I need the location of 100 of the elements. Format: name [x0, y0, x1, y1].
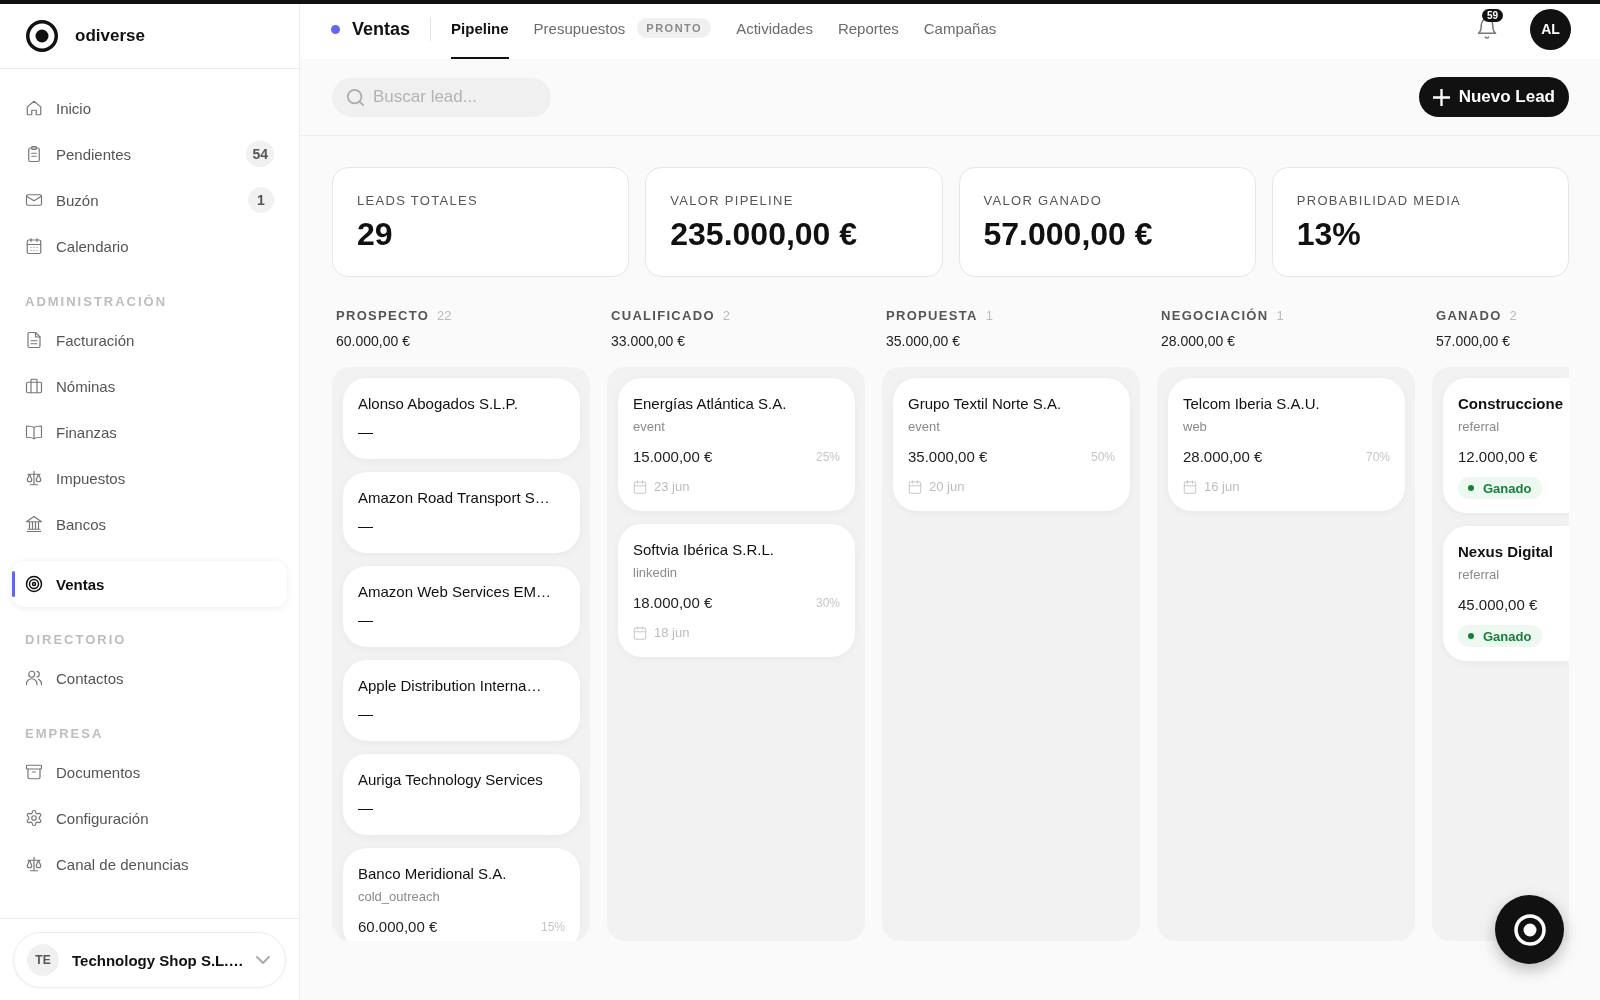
lead-card[interactable]: Auriga Technology Services — — [343, 754, 580, 835]
nav-item[interactable]: Impuestos — [12, 455, 287, 501]
nav-item[interactable]: Documentos — [12, 749, 287, 795]
nav-item[interactable]: Nóminas — [12, 363, 287, 409]
calendar-icon — [633, 480, 647, 494]
section-heading: EMPRESA — [25, 725, 104, 743]
lead-name: Banco Meridional S.A. — [358, 864, 507, 884]
lead-amount: 15.000,00 € — [633, 447, 713, 467]
brand-name: odiverse — [75, 26, 145, 46]
lead-amount: 45.000,00 € — [1458, 595, 1538, 615]
lead-probability: 30% — [815, 595, 840, 612]
lead-name: Amazon Web Services EM… — [358, 582, 552, 602]
lead-empty-value: — — [358, 704, 373, 724]
lead-card[interactable]: Softvia Ibérica S.R.L. linkedin 18.000,00 € 30% 18 jun — [618, 524, 855, 657]
archive-icon — [25, 763, 43, 781]
lead-source: event — [908, 418, 940, 436]
nav-item[interactable]: Buzón 1 — [12, 177, 287, 223]
lead-name: Telcom Iberia S.A.U. — [1183, 394, 1320, 414]
section-heading: ADMINISTRACIÓN — [25, 293, 168, 311]
column-count: 22 — [437, 307, 452, 325]
stat-value: 29 — [357, 215, 393, 253]
tab[interactable]: Campañas — [923, 4, 997, 59]
lead-card[interactable]: Energías Atlántica S.A. event 15.000,00 € 25% 23 jun — [618, 378, 855, 511]
briefcase-icon — [25, 377, 43, 395]
column-total: 28.000,00 € — [1161, 332, 1235, 350]
new-lead-button[interactable]: Nuevo Lead — [1418, 77, 1569, 117]
column-title: GANADO — [1436, 307, 1502, 325]
lead-amount: 28.000,00 € — [1183, 447, 1263, 467]
search-field[interactable]: Buscar lead... — [332, 77, 551, 117]
bank-icon — [25, 515, 43, 533]
status-dot-icon — [1468, 485, 1474, 491]
lead-amount: 35.000,00 € — [908, 447, 988, 467]
lead-card[interactable]: Grupo Textil Norte S.A. event 35.000,00 € 50% 20 jun — [893, 378, 1130, 511]
lead-name: Apple Distribution Interna… — [358, 676, 542, 696]
count-badge: 1 — [248, 187, 274, 213]
lead-name: Amazon Road Transport S… — [358, 488, 550, 508]
logo-icon — [26, 20, 58, 52]
company-avatar: TE — [27, 944, 59, 976]
column-title: PROSPECTO — [336, 307, 430, 325]
lead-source: cold_outreach — [358, 888, 440, 906]
nav-item[interactable]: Canal de denuncias — [12, 841, 287, 887]
lead-date: 23 jun — [654, 478, 690, 496]
column-count: 2 — [722, 307, 731, 325]
nav-item[interactable]: Bancos — [12, 501, 287, 547]
nav-item[interactable]: Finanzas — [12, 409, 287, 455]
search-icon — [347, 88, 364, 106]
lead-source: linkedin — [633, 564, 678, 582]
lead-name: Construccione — [1458, 394, 1563, 414]
people-icon — [25, 669, 43, 687]
nav-item[interactable]: Pendientes 54 — [12, 131, 287, 177]
lead-empty-value: — — [358, 798, 373, 818]
chevron-down-icon — [256, 953, 271, 967]
lead-card[interactable]: Telcom Iberia S.A.U. web 28.000,00 € 70% 16 jun — [1168, 378, 1405, 511]
lead-empty-value: — — [358, 422, 373, 442]
clipboard-icon — [25, 145, 43, 163]
target-icon — [25, 575, 43, 593]
nav-item[interactable]: Contactos — [12, 655, 287, 701]
calendar-icon — [908, 480, 922, 494]
section-heading: DIRECTORIO — [25, 631, 127, 649]
lead-card[interactable]: Alonso Abogados S.L.P. — — [343, 378, 580, 459]
column-total: 60.000,00 € — [336, 332, 410, 350]
tab[interactable]: Pipeline — [451, 4, 509, 59]
nav-item[interactable]: Calendario — [12, 223, 287, 269]
lead-card[interactable]: Nexus Digital referral 45.000,00 € Ganado — [1443, 526, 1569, 661]
user-avatar[interactable]: AL — [1530, 8, 1571, 50]
scale-icon — [25, 469, 43, 487]
lead-card[interactable]: Amazon Road Transport S… — — [343, 472, 580, 553]
status-label: Ganado — [1483, 628, 1532, 644]
notification-count: 59 — [1482, 9, 1504, 22]
lead-card[interactable]: Apple Distribution Interna… — — [343, 660, 580, 741]
bell-icon — [1477, 19, 1497, 39]
lead-probability: 15% — [540, 919, 565, 936]
lead-card[interactable]: Banco Meridional S.A. cold_outreach 60.000,00 € 15% — [343, 848, 580, 941]
home-icon — [25, 99, 43, 117]
lead-card[interactable]: Construccione referral 12.000,00 € Ganado — [1443, 378, 1569, 513]
column-total: 33.000,00 € — [611, 332, 685, 350]
lead-name: Auriga Technology Services — [358, 770, 543, 790]
company-selector[interactable]: TE Technology Shop S.L.… — [13, 932, 286, 988]
nav-item[interactable]: Inicio — [12, 85, 287, 131]
section-dot-icon — [331, 24, 340, 34]
tab[interactable]: Presupuestos PRONTO — [533, 4, 712, 59]
nav-item[interactable]: Configuración — [12, 795, 287, 841]
lead-probability: 50% — [1090, 449, 1115, 466]
book-icon — [25, 423, 43, 441]
status-label: Ganado — [1483, 480, 1532, 496]
column-title: NEGOCIACIÓN — [1161, 307, 1269, 325]
lead-amount: 12.000,00 € — [1458, 447, 1538, 467]
tab[interactable]: Reportes — [837, 4, 899, 59]
lead-source: event — [633, 418, 665, 436]
column-count: 2 — [1509, 307, 1517, 325]
column-total: 57.000,00 € — [1436, 332, 1510, 350]
lead-amount: 60.000,00 € — [358, 917, 438, 937]
column-count: 1 — [1276, 307, 1284, 325]
nav-item[interactable]: Ventas — [12, 561, 287, 607]
lead-date: 20 jun — [929, 478, 965, 496]
lead-card[interactable]: Amazon Web Services EM… — — [343, 566, 580, 647]
nav-item[interactable]: Facturación — [12, 317, 287, 363]
section-title: Ventas — [352, 18, 411, 40]
tab[interactable]: Actividades — [736, 4, 813, 59]
column-title: PROPUESTA — [886, 307, 978, 325]
